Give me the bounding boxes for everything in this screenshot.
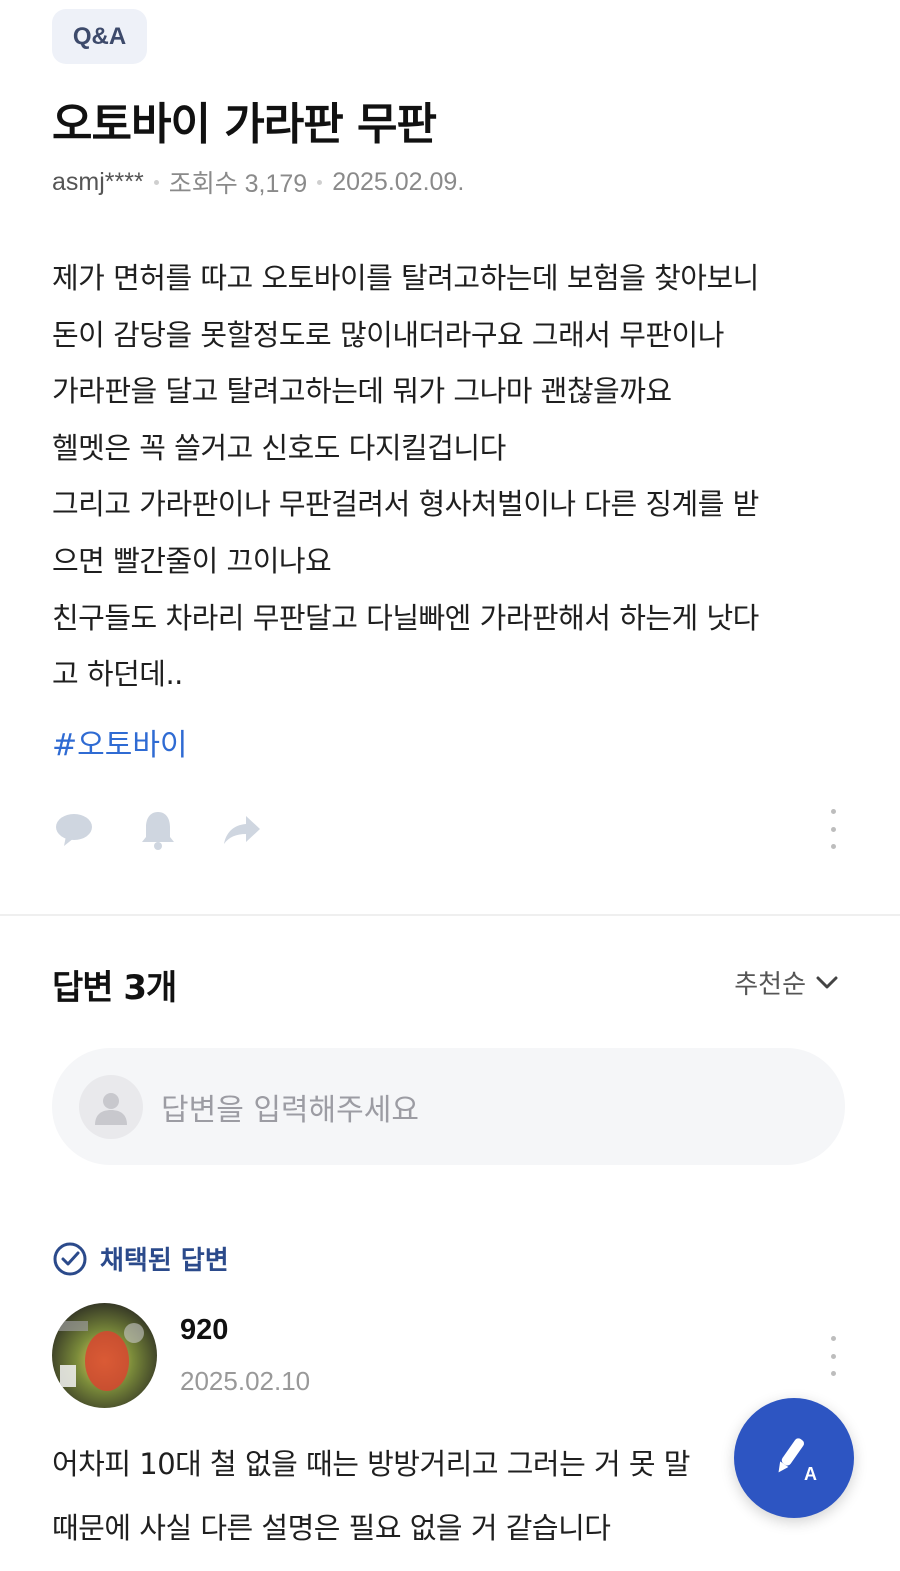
answer-more-button[interactable] [823,1336,843,1376]
answer-author-avatar[interactable] [52,1303,157,1408]
post-body-line: 으면 빨간줄이 끄이나요 [52,543,332,578]
section-divider [0,914,900,916]
bell-icon [142,812,174,850]
more-vertical-icon [823,1336,843,1376]
user-avatar [79,1074,143,1139]
write-answer-fab[interactable]: A [734,1398,854,1518]
person-icon [95,1092,127,1125]
answer-date: 2025.02.10 [180,1366,311,1396]
post-body-line: 그리고 가라판이나 무판걸려서 형사처벌이나 다른 징계를 받 [52,487,759,522]
svg-text:A: A [804,1464,817,1484]
answer-body: 어차피 10대 철 없을 때는 방방거리고 그러는 거 못 말 때문에 사실 다… [52,1432,772,1560]
share-button[interactable] [220,808,264,852]
post-body-line: 돈이 감당을 못할정도로 많이내더라구요 그래서 무판이나 [52,317,724,352]
notify-button[interactable] [136,808,180,852]
answer-input[interactable]: 답변을 입력해주세요 [52,1048,845,1165]
category-badge: Q&A [52,9,147,64]
post-body-line: 가라판을 달고 탈려고하는데 뭐가 그나마 괜찮을까요 [52,374,672,409]
answer-author-name[interactable]: 920 [180,1314,228,1347]
adopted-answer-text: 채택된 답변 [100,1246,229,1276]
meta-separator [153,179,159,185]
comment-button[interactable] [52,808,96,852]
chevron-down-icon [816,976,838,988]
sort-dropdown[interactable]: 추천순 [734,964,838,1001]
answer-body-line: 어차피 10대 철 없을 때는 방방거리고 그러는 거 못 말 [52,1447,690,1481]
post-author[interactable]: asmj**** [52,168,144,197]
post-more-button[interactable] [823,809,843,849]
post-meta: asmj**** 조회수 3,179 2025.02.09. [52,164,464,200]
post-body-line: 친구들도 차라리 무판달고 다닐빠엔 가라판해서 하는게 낫다 [52,600,759,635]
adopted-answer-label: 채택된 답변 [52,1240,229,1277]
post-body-line: 헬멧은 꼭 쓸거고 신호도 다지킬겁니다 [52,430,506,465]
answer-input-placeholder: 답변을 입력해주세요 [161,1092,419,1128]
answer-body-line: 때문에 사실 다른 설명은 필요 없을 거 같습니다 [52,1511,611,1545]
post-views: 조회수 3,179 [168,170,308,198]
comment-icon [56,814,92,846]
hashtag-link[interactable]: #오토바이 [52,720,188,764]
answers-count: 답변 3개 [52,968,177,1008]
post-body-line: 제가 면허를 따고 오토바이를 탈려고하는데 보험을 찾아보니 [52,261,759,295]
post-body-line: 고 하던데.. [52,657,183,692]
post-title: 오토바이 가라판 무판 [52,99,437,150]
post-body: 제가 면허를 따고 오토바이를 탈려고하는데 보험을 찾아보니 돈이 감당을 못… [52,250,852,703]
share-icon [224,816,260,844]
check-circle-icon [53,1242,87,1275]
more-vertical-icon [823,809,843,849]
post-actions [52,808,304,852]
pencil-icon: A [778,1438,817,1484]
sort-label: 추천순 [734,970,806,1000]
meta-separator [317,179,323,185]
avatar-image [52,1303,157,1408]
post-date: 2025.02.09. [332,167,465,196]
